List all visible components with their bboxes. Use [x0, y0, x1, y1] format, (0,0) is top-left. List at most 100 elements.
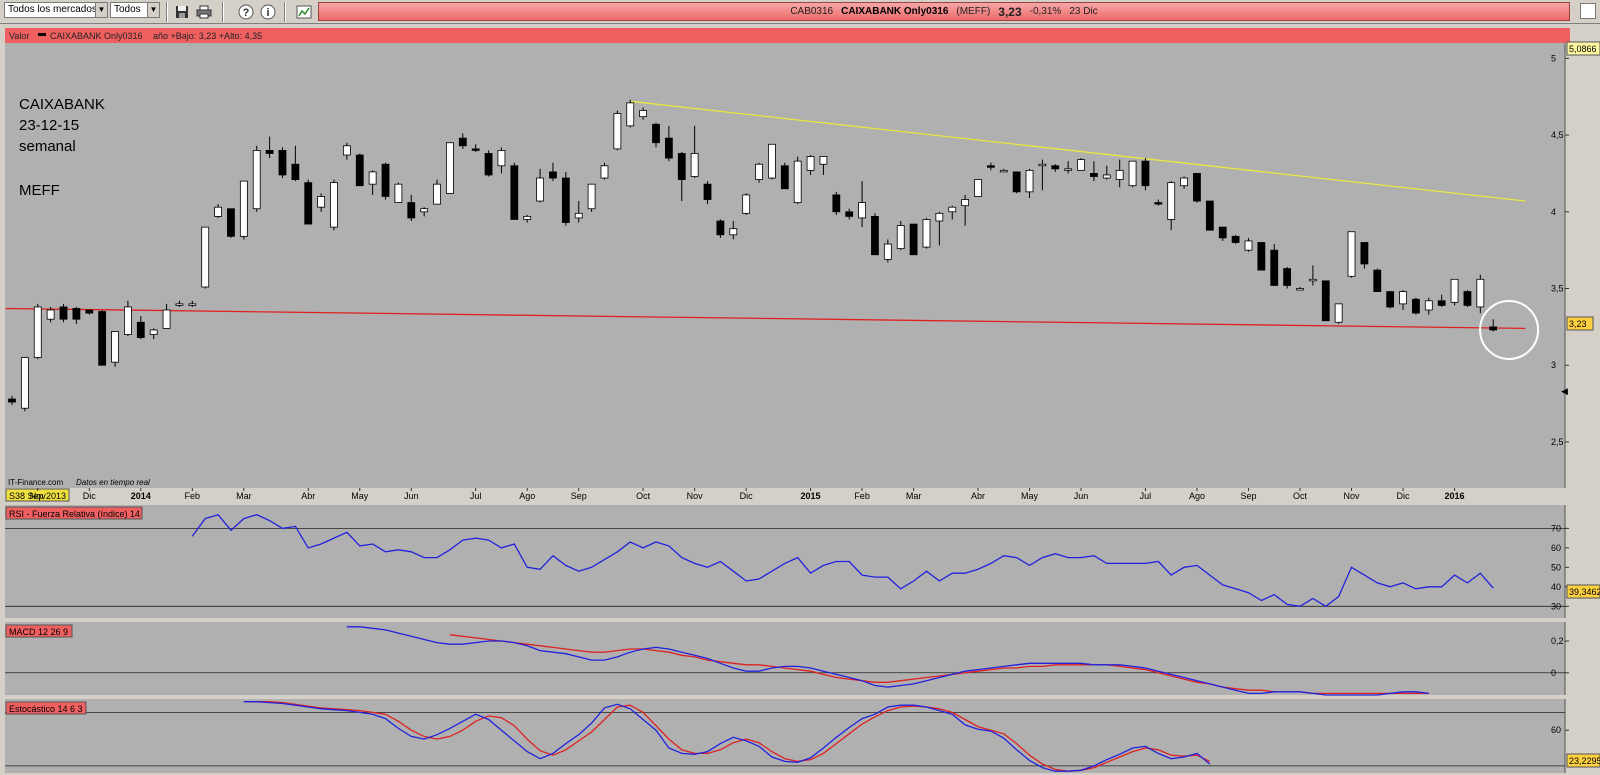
macd-label: MACD 12 26 9 [9, 627, 68, 637]
candle-body [806, 156, 815, 171]
candle-body [1347, 231, 1356, 277]
date-tick-label: 2016 [1445, 491, 1465, 501]
candle-body [111, 331, 119, 363]
rsi-value-tag-text: 39,3462 [1569, 587, 1600, 597]
candle-body [922, 219, 931, 248]
price-tick-label: 3 [1551, 360, 1556, 370]
candle-body [330, 182, 338, 228]
annotation-line: 23-12-15 [19, 117, 79, 134]
annotation-line: CAIXABANK [19, 96, 105, 113]
date-tick-label: Oct [1293, 491, 1308, 501]
date-tick-label: May [1021, 491, 1039, 501]
date-tick-label: Jul [1140, 491, 1152, 501]
candle-body [1064, 168, 1073, 171]
series-swatch [38, 33, 46, 36]
date-tick-label: Jun [404, 491, 419, 501]
date-tick-label: Nov [30, 491, 47, 501]
candle-body [1128, 160, 1137, 187]
candle-body [446, 142, 454, 194]
quote-bar: CAB0316 CAIXABANK Only0316 (MEFF) 3,23 -… [318, 2, 1570, 21]
print-button[interactable] [194, 2, 214, 21]
annotation-line: MEFF [19, 182, 60, 199]
quote-ticker: CAB0316 [790, 6, 834, 17]
candle-body [1360, 242, 1369, 265]
candle-body [1025, 169, 1034, 193]
type-select[interactable]: Todos ▼ [110, 2, 160, 18]
toolbar-separator [222, 2, 224, 22]
date-tick-label: Abr [971, 491, 985, 501]
help-button[interactable]: ? [236, 2, 256, 21]
annotation-line: semanal [19, 138, 76, 155]
candle-body [561, 177, 570, 223]
axis-tick-label: 0,2 [1551, 636, 1564, 646]
chart-area: Valor CAIXABANK Only0316 año +Bajo: 3,23… [5, 28, 1600, 773]
candle-body [510, 165, 519, 220]
candle-body [1270, 249, 1279, 286]
axis-tick-label: 60 [1551, 543, 1561, 553]
candle-body [1399, 291, 1407, 305]
axis-tick-label: 60 [1551, 725, 1561, 735]
date-tick-label: Mar [236, 491, 252, 501]
date-tick-label: Nov [1344, 491, 1361, 501]
candle-body [1180, 177, 1188, 187]
candle-body [304, 182, 313, 225]
info-icon: i [260, 4, 276, 19]
candle-body [291, 163, 300, 180]
candle-body [124, 306, 132, 335]
candle-body [342, 145, 351, 156]
candle-body [1424, 300, 1433, 311]
price-plot-bg [5, 43, 1565, 488]
candle-body [85, 309, 94, 314]
window-control-button[interactable] [1580, 3, 1596, 19]
candle-body [33, 306, 42, 358]
candle-body [999, 169, 1008, 173]
stochastic-value-tag-text: 23,2295 [1569, 756, 1600, 766]
candle-body [780, 165, 789, 190]
toolbar-separator [166, 2, 168, 22]
candle-body [832, 194, 841, 213]
candle-body [368, 171, 377, 185]
source-note: Datos en tiempo real [76, 478, 150, 487]
candle-body [149, 329, 158, 335]
candle-body [549, 171, 557, 179]
candle-body [381, 163, 390, 197]
market-select[interactable]: Todos los mercados ▼ [4, 2, 108, 18]
info-button[interactable]: i [258, 2, 278, 21]
candle-body [974, 179, 982, 197]
axis-tick-label: 40 [1551, 582, 1561, 592]
candle-body [1489, 326, 1498, 331]
date-tick-label: Sep [1240, 491, 1256, 501]
svg-text:i: i [266, 7, 269, 19]
candle-body [317, 196, 326, 208]
chart-button[interactable] [294, 2, 314, 21]
candle-body [1437, 300, 1446, 306]
candle-body [497, 150, 506, 167]
candle-body [1205, 200, 1214, 231]
candle-body [755, 163, 763, 180]
price-panel: Valor CAIXABANK Only0316 año +Bajo: 3,23… [5, 28, 1600, 488]
printer-icon [196, 5, 212, 18]
candle-body [1334, 303, 1343, 323]
candle-body [845, 211, 854, 217]
candle-body [98, 311, 107, 366]
candle-body [188, 303, 197, 306]
candle-body [652, 123, 660, 144]
candle-body [407, 202, 416, 219]
candle-body [46, 309, 55, 320]
candle-body [1257, 242, 1266, 271]
date-tick-label: Mar [906, 491, 922, 501]
candle-body [729, 228, 738, 236]
candle-body [1296, 288, 1304, 291]
candle-body [858, 202, 866, 219]
candle-body [265, 150, 274, 154]
candle-body [819, 156, 828, 165]
price-tick-label: 4,5 [1551, 130, 1564, 140]
scroll-arrow-icon[interactable]: ◀ [1561, 386, 1568, 396]
rsi-label: RSI - Fuerza Relativa (índice) 14 [9, 509, 140, 519]
save-button[interactable] [172, 2, 192, 21]
help-icon: ? [238, 4, 254, 19]
candle-body [1283, 268, 1292, 286]
candle-body [1218, 226, 1227, 239]
svg-text:?: ? [243, 7, 250, 19]
date-tick-label: Oct [636, 491, 651, 501]
